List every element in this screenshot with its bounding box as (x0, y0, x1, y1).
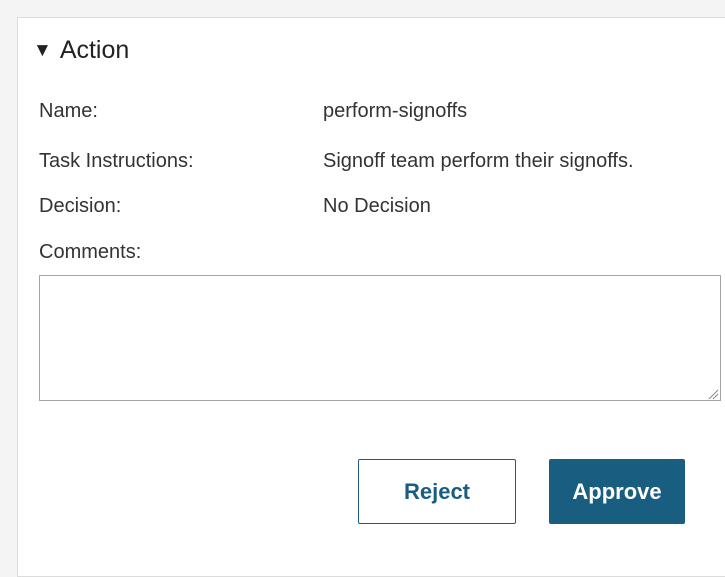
comments-label: Comments: (39, 241, 142, 263)
name-label: Name: (39, 100, 98, 122)
resize-grip-icon[interactable] (707, 388, 719, 400)
name-value: perform-signoffs (323, 100, 468, 122)
approve-button[interactable]: Approve (549, 459, 685, 524)
action-panel: ▼ Action Name: perform-signoffs Task Ins… (17, 17, 725, 577)
section-title: Action (59, 36, 130, 64)
caret-down-icon: ▼ (33, 40, 52, 61)
decision-value: No Decision (323, 195, 431, 217)
task-instructions-value: Signoff team perform their signoffs. (323, 150, 634, 172)
action-section-toggle[interactable]: ▼ Action (33, 38, 129, 63)
decision-label: Decision: (39, 195, 122, 217)
reject-button[interactable]: Reject (358, 459, 516, 524)
comments-textarea[interactable] (39, 275, 721, 401)
task-instructions-label: Task Instructions: (39, 150, 194, 172)
